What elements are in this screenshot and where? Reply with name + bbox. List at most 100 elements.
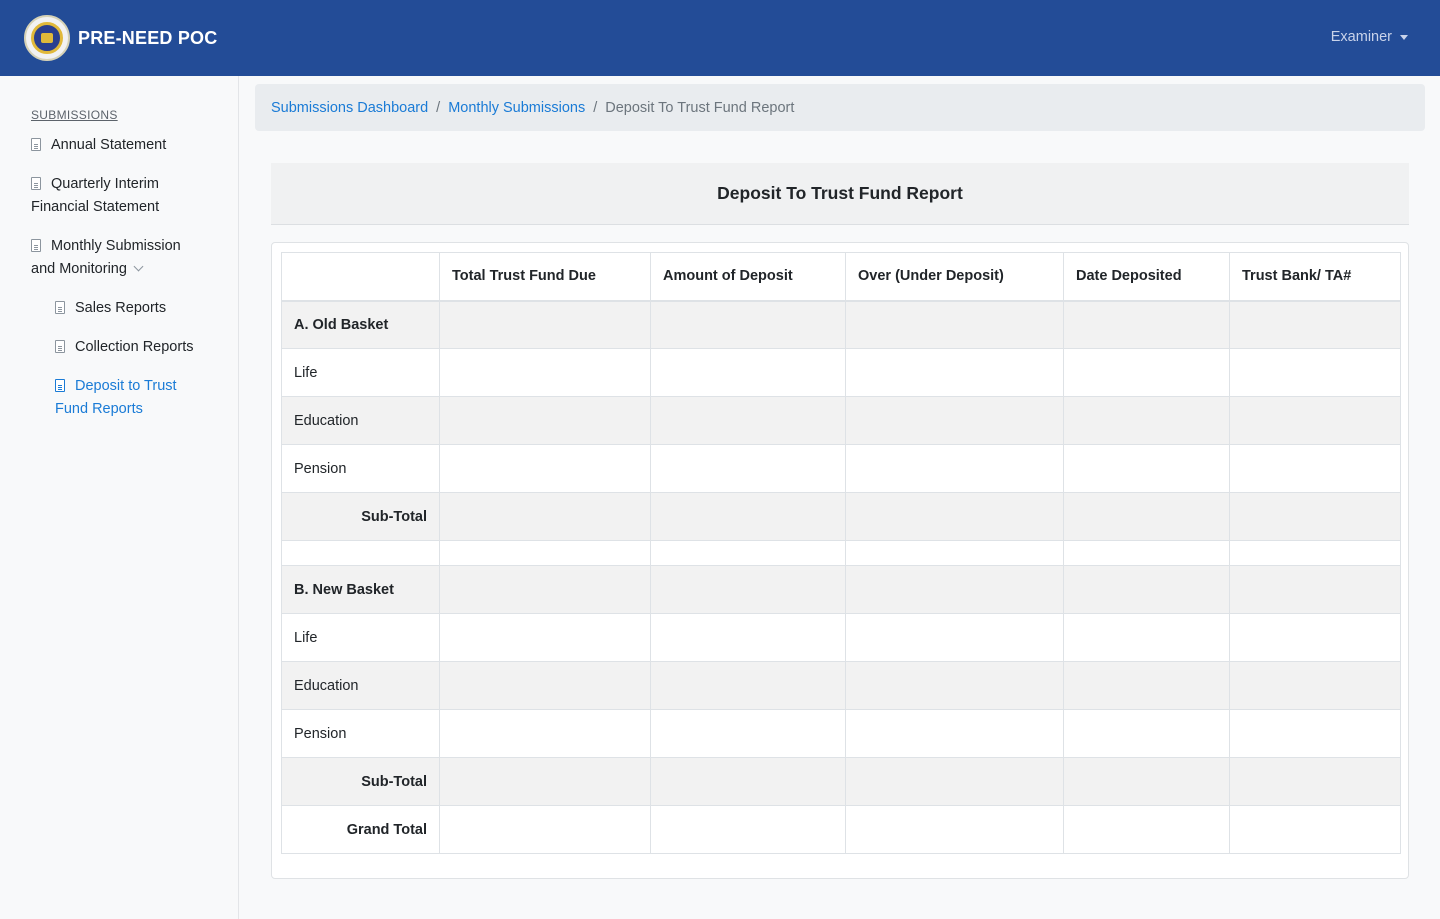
- sidebar-item-annual-statement[interactable]: Annual Statement: [31, 134, 166, 157]
- table-cell: [845, 492, 1064, 541]
- column-header: [281, 252, 440, 302]
- sidebar-item-sales-reports[interactable]: Sales Reports: [55, 297, 166, 320]
- sidebar-item-label-line2: Financial Statement: [31, 199, 160, 215]
- table-row: Education: [281, 396, 1401, 445]
- user-menu-label: Examiner: [1330, 29, 1392, 45]
- table-cell: [1063, 661, 1230, 710]
- table-cell: [1063, 540, 1230, 566]
- sidebar: SUBMISSIONS Annual Statement Quarterly I…: [0, 76, 239, 919]
- table-row: Education: [281, 661, 1401, 710]
- table-row: Grand Total: [281, 805, 1401, 854]
- row-label: [281, 540, 440, 566]
- table-cell: [1063, 757, 1230, 806]
- column-header: Amount of Deposit: [650, 252, 846, 302]
- table-row: Sub-Total: [281, 492, 1401, 541]
- table-cell: [650, 709, 846, 758]
- table-cell: [439, 540, 651, 566]
- table-cell: [439, 757, 651, 806]
- table-cell: [845, 300, 1064, 349]
- breadcrumb: Submissions Dashboard / Monthly Submissi…: [255, 84, 1425, 131]
- table-row: Life: [281, 348, 1401, 397]
- sidebar-item-collection-reports[interactable]: Collection Reports: [55, 336, 193, 359]
- document-icon: [31, 239, 41, 252]
- user-menu-dropdown[interactable]: Examiner: [1331, 29, 1408, 45]
- sidebar-item-monthly-submission[interactable]: Monthly Submission and Monitoring: [31, 235, 181, 281]
- sidebar-item-label: Deposit to Trust: [75, 378, 177, 394]
- sidebar-item-label: Annual Statement: [51, 137, 167, 153]
- table-row: A. Old Basket: [281, 300, 1401, 349]
- breadcrumb-separator: /: [593, 99, 598, 116]
- table-cell: [1229, 300, 1401, 349]
- table-cell: [1063, 565, 1230, 614]
- document-icon: [31, 138, 41, 151]
- table-cell: [1063, 396, 1230, 445]
- table-row: B. New Basket: [281, 565, 1401, 614]
- row-label: Sub-Total: [281, 492, 440, 541]
- table-cell: [650, 300, 846, 349]
- sidebar-item-label-line2: and Monitoring: [31, 261, 127, 277]
- table-cell: [1229, 396, 1401, 445]
- table-cell: [650, 565, 846, 614]
- table-cell: [439, 805, 651, 854]
- sidebar-item-deposit-trust-fund[interactable]: Deposit to Trust Fund Reports: [55, 375, 177, 421]
- breadcrumb-link-monthly[interactable]: Monthly Submissions: [448, 100, 585, 116]
- table-cell: [650, 444, 846, 493]
- table-cell: [439, 613, 651, 662]
- brand[interactable]: PRE-NEED POC: [24, 15, 217, 61]
- table-cell: [439, 396, 651, 445]
- row-label: Grand Total: [281, 805, 440, 854]
- sidebar-item-label: Sales Reports: [75, 300, 167, 316]
- table-cell: [650, 396, 846, 445]
- row-label: Life: [281, 348, 440, 397]
- table-body: A. Old Basket Life Education Pension Sub-Tot…: [281, 300, 1401, 854]
- table-cell: [1229, 444, 1401, 493]
- table-cell: [1063, 805, 1230, 854]
- table-cell: [439, 661, 651, 710]
- table-cell: [845, 444, 1064, 493]
- table-row: Life: [281, 613, 1401, 662]
- table-cell: [1229, 540, 1401, 566]
- table-row: Sub-Total: [281, 757, 1401, 806]
- document-icon: [31, 177, 41, 190]
- table-cell: [845, 396, 1064, 445]
- row-label: Education: [281, 661, 440, 710]
- spacer-row: [281, 540, 1401, 566]
- row-label: Education: [281, 396, 440, 445]
- table-cell: [1229, 613, 1401, 662]
- table-cell: [1229, 709, 1401, 758]
- column-header: Over (Under Deposit): [845, 252, 1064, 302]
- table-cell: [1063, 709, 1230, 758]
- breadcrumb-link-dashboard[interactable]: Submissions Dashboard: [271, 100, 428, 116]
- document-icon: [55, 379, 65, 392]
- row-label: Pension: [281, 709, 440, 758]
- sidebar-item-label: Quarterly Interim: [51, 176, 159, 192]
- table-cell: [439, 492, 651, 541]
- table-cell: [650, 613, 846, 662]
- breadcrumb-current: Deposit To Trust Fund Report: [605, 99, 795, 116]
- table-cell: [650, 348, 846, 397]
- table-cell: [1229, 757, 1401, 806]
- sidebar-item-label-line2: Fund Reports: [55, 401, 143, 417]
- table-header-row: Total Trust Fund Due Amount of Deposit O…: [281, 252, 1401, 302]
- table-cell: [650, 540, 846, 566]
- table-cell: [439, 565, 651, 614]
- app-title: PRE-NEED POC: [78, 27, 218, 48]
- table-cell: [1229, 492, 1401, 541]
- table-cell: [650, 805, 846, 854]
- table-cell: [845, 805, 1064, 854]
- table-cell: [845, 709, 1064, 758]
- seal-logo-icon: [24, 15, 70, 61]
- table-cell: [1229, 661, 1401, 710]
- row-label: Life: [281, 613, 440, 662]
- sidebar-item-quarterly-interim[interactable]: Quarterly Interim Financial Statement: [31, 173, 159, 219]
- document-icon: [55, 340, 65, 353]
- caret-down-icon: [1400, 34, 1408, 40]
- sidebar-item-label: Monthly Submission: [51, 238, 181, 254]
- table-cell: [439, 300, 651, 349]
- row-label: A. Old Basket: [281, 300, 440, 349]
- column-header: Total Trust Fund Due: [439, 252, 651, 302]
- report-table: Total Trust Fund Due Amount of Deposit O…: [281, 252, 1401, 854]
- table-cell: [439, 709, 651, 758]
- table-cell: [1063, 444, 1230, 493]
- chevron-down-icon: [133, 261, 144, 272]
